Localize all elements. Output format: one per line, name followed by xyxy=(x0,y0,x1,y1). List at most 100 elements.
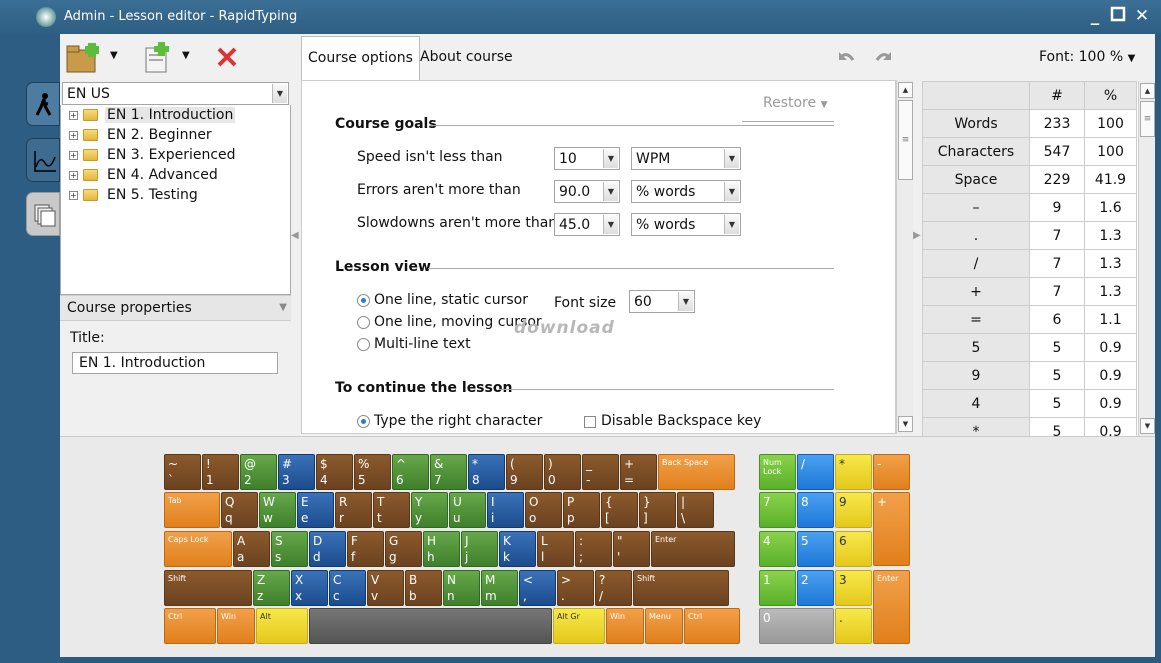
key[interactable]: }] xyxy=(639,492,676,528)
tree-item[interactable]: + EN 3. Experienced xyxy=(61,145,290,165)
key[interactable]: Ll xyxy=(537,531,574,567)
key[interactable]: Dd xyxy=(309,531,346,567)
key-num-9[interactable]: 9 xyxy=(835,492,872,528)
table-row[interactable]: 4 5 0.9 xyxy=(922,389,1137,418)
key[interactable]: ~ ` xyxy=(164,454,201,490)
key-num-enter[interactable]: Enter xyxy=(873,570,910,644)
left-splitter[interactable]: ◀ xyxy=(291,34,301,436)
key-enter[interactable]: Enter xyxy=(651,531,735,567)
add-course-button[interactable] xyxy=(66,40,102,74)
key[interactable]: ^ 6 xyxy=(392,454,429,490)
key[interactable]: Uu xyxy=(449,492,486,528)
key[interactable]: _ - xyxy=(582,454,619,490)
scroll-down-icon[interactable]: ▼ xyxy=(898,416,913,432)
add-course-dropdown-icon[interactable]: ▼ xyxy=(110,50,118,61)
options-scrollbar[interactable]: ▲ ≡ ▼ xyxy=(896,80,913,434)
key-num-2[interactable]: 2 xyxy=(797,570,834,606)
scroll-up-icon[interactable]: ▲ xyxy=(898,82,913,98)
key[interactable]: #3 xyxy=(278,454,315,490)
key[interactable]: Cc xyxy=(329,570,366,606)
key[interactable]: >. xyxy=(557,570,594,606)
key[interactable]: $4 xyxy=(316,454,353,490)
slowdowns-select[interactable]: 45.0 ▼ xyxy=(554,213,620,236)
language-select[interactable]: EN US ▼ xyxy=(62,82,289,105)
speed-select[interactable]: 10 ▼ xyxy=(554,147,620,170)
key-num-1[interactable]: 1 xyxy=(759,570,796,606)
font-size-select[interactable]: 60 ▼ xyxy=(629,290,695,313)
slowdowns-unit-select[interactable]: % words ▼ xyxy=(631,213,741,236)
add-lesson-dropdown-icon[interactable]: ▼ xyxy=(182,50,190,61)
tab-course-options[interactable]: Course options xyxy=(301,36,420,80)
key-num-5[interactable]: 5 xyxy=(797,531,834,567)
key-num-8[interactable]: 8 xyxy=(797,492,834,528)
key[interactable]: ) 0 xyxy=(544,454,581,490)
scroll-down-icon[interactable]: ▼ xyxy=(1140,418,1155,434)
key-num-plus[interactable]: + xyxy=(873,492,910,566)
key-shift-right[interactable]: Shift xyxy=(633,570,729,606)
key[interactable]: Gg xyxy=(385,531,422,567)
key[interactable]: & 7 xyxy=(430,454,467,490)
table-row[interactable]: = 6 1.1 xyxy=(922,305,1137,334)
side-tab-editor[interactable] xyxy=(26,192,60,236)
key[interactable]: % 5 xyxy=(354,454,391,490)
type-right-char-radio[interactable] xyxy=(357,415,370,428)
font-zoom-select[interactable]: Font: 100 % ▼ xyxy=(1039,49,1135,65)
key-num-4[interactable]: 4 xyxy=(759,531,796,567)
key[interactable]: Oo xyxy=(525,492,562,528)
key[interactable]: Hh xyxy=(423,531,460,567)
table-row[interactable]: Words 233 100 xyxy=(922,109,1137,138)
key[interactable]: Jj xyxy=(461,531,498,567)
scroll-thumb[interactable]: ≡ xyxy=(1140,101,1155,137)
delete-button[interactable] xyxy=(216,46,238,68)
key[interactable]: :; xyxy=(575,531,612,567)
key-space[interactable] xyxy=(309,608,552,644)
table-row[interactable]: Characters 547 100 xyxy=(922,137,1137,166)
key-num-divide[interactable]: / xyxy=(797,454,834,490)
key[interactable]: Aa xyxy=(233,531,270,567)
side-tab-lessons[interactable] xyxy=(26,82,60,126)
redo-button[interactable] xyxy=(875,48,895,68)
expand-icon[interactable]: + xyxy=(69,171,78,180)
key-num-dot[interactable]: . xyxy=(835,608,872,644)
view-multiline-radio[interactable] xyxy=(357,338,370,351)
key[interactable]: Vv xyxy=(367,570,404,606)
minimize-button[interactable]: _ xyxy=(1085,6,1105,26)
key-caps-lock[interactable]: Caps Lock xyxy=(164,531,232,567)
key-alt-gr[interactable]: Alt Gr xyxy=(553,608,605,644)
table-row[interactable]: /7 1.3 xyxy=(922,249,1137,278)
key-num-minus[interactable]: - xyxy=(873,454,910,490)
key[interactable]: Rr xyxy=(335,492,372,528)
key[interactable]: " ' xyxy=(613,531,650,567)
key[interactable]: Tt xyxy=(373,492,410,528)
key-shift-left[interactable]: Shift xyxy=(164,570,252,606)
key[interactable]: Bb xyxy=(405,570,442,606)
table-row[interactable]: . 7 1.3 xyxy=(922,221,1137,250)
title-input[interactable]: EN 1. Introduction xyxy=(72,352,278,374)
key[interactable]: Ee xyxy=(297,492,334,528)
speed-unit-select[interactable]: WPM ▼ xyxy=(631,147,741,170)
tree-item[interactable]: + EN 5. Testing xyxy=(61,185,290,205)
key-ctrl-right[interactable]: Ctrl xyxy=(684,608,740,644)
key[interactable]: Nn xyxy=(443,570,480,606)
key-tab[interactable]: Tab xyxy=(164,492,220,528)
expand-icon[interactable]: + xyxy=(69,151,78,160)
restore-button[interactable]: Restore ▼ xyxy=(763,95,828,111)
key[interactable]: Xx xyxy=(291,570,328,606)
table-row[interactable]: –9 1.6 xyxy=(922,193,1137,222)
key-alt[interactable]: Alt xyxy=(256,608,308,644)
table-row[interactable]: 9 5 0.9 xyxy=(922,361,1137,390)
stats-scrollbar[interactable]: ▲ ≡ ▼ xyxy=(1138,81,1155,436)
add-lesson-button[interactable] xyxy=(142,40,174,74)
key[interactable]: Pp xyxy=(563,492,600,528)
key-num-7[interactable]: 7 xyxy=(759,492,796,528)
key[interactable]: ! 1 xyxy=(202,454,239,490)
key[interactable]: Ff xyxy=(347,531,384,567)
expand-icon[interactable]: + xyxy=(69,191,78,200)
table-row[interactable]: * 5 0.9 xyxy=(922,417,1137,436)
key[interactable]: ? / xyxy=(595,570,632,606)
tree-item[interactable]: + EN 2. Beginner xyxy=(61,125,290,145)
expand-icon[interactable]: + xyxy=(69,111,78,120)
key[interactable]: Ss xyxy=(271,531,308,567)
view-static-radio[interactable] xyxy=(357,294,370,307)
key[interactable]: | \ xyxy=(677,492,714,528)
